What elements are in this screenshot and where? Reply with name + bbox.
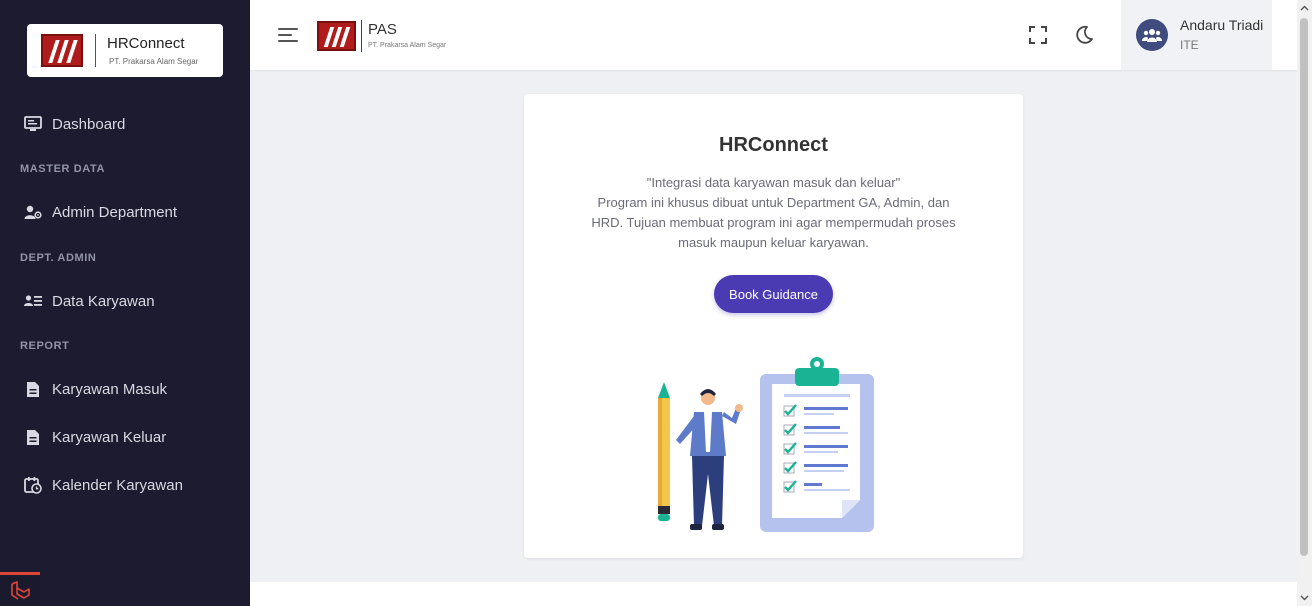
sidebar-item-label: Dashboard	[52, 115, 126, 133]
brand-divider	[95, 34, 96, 67]
menu-toggle-icon[interactable]	[278, 26, 300, 44]
monitor-icon	[24, 115, 42, 133]
document-icon	[24, 428, 42, 446]
sidebar-item-karyawan-masuk[interactable]: Karyawan Masuk	[0, 369, 250, 409]
person-figure	[676, 389, 743, 530]
user-gear-icon	[24, 203, 42, 221]
brand-name: HRConnect	[107, 35, 185, 52]
logo-divider	[361, 20, 362, 52]
section-dept-admin: DEPT. ADMIN	[20, 252, 97, 264]
card-description-block: "Integrasi data karyawan masuk dan kelua…	[584, 173, 963, 253]
sidebar-item-label: Karyawan Keluar	[52, 428, 167, 446]
scrollbar-thumb[interactable]	[1300, 18, 1308, 556]
book-guidance-button[interactable]: Book Guidance	[714, 275, 833, 313]
sidebar-item-label: Karyawan Masuk	[52, 380, 168, 398]
sidebar-item-label: Data Karyawan	[52, 292, 155, 310]
sidebar-item-label: Admin Department	[52, 203, 178, 221]
checklist-illustration	[658, 357, 874, 532]
scroll-up-icon[interactable]	[1300, 4, 1309, 13]
users-group-icon	[1142, 29, 1162, 42]
laravel-icon	[11, 580, 30, 600]
sidebar-item-dashboard[interactable]: Dashboard	[0, 104, 250, 144]
section-report: REPORT	[20, 340, 70, 352]
card-description: Program ini khusus dibuat untuk Departme…	[591, 195, 956, 250]
user-list-icon	[24, 292, 42, 310]
user-menu[interactable]: Andaru Triadi ITE	[1121, 0, 1272, 70]
sidebar-item-kalender-karyawan[interactable]: Kalender Karyawan	[0, 465, 250, 505]
hrconnect-logo-icon	[41, 34, 83, 67]
sidebar-item-admin-department[interactable]: Admin Department	[0, 192, 250, 232]
sidebar-item-data-karyawan[interactable]: Data Karyawan	[0, 281, 250, 321]
sidebar-item-karyawan-keluar[interactable]: Karyawan Keluar	[0, 417, 250, 457]
laravel-debug-badge[interactable]	[0, 572, 40, 606]
top-header: PAS PT. Prakarsa Alam Segar Andaru Triad…	[250, 0, 1297, 70]
card-title: HRConnect	[719, 134, 828, 156]
pencil-icon	[658, 382, 670, 521]
card-quote: "Integrasi data karyawan masuk dan kelua…	[646, 175, 901, 190]
vertical-scrollbar[interactable]	[1297, 0, 1312, 606]
user-role: ITE	[1180, 38, 1199, 52]
company-logo-name: PAS	[368, 21, 397, 38]
company-logo-subtitle: PT. Prakarsa Alam Segar	[368, 42, 447, 49]
footer-bar	[250, 582, 1297, 606]
clipboard-icon	[760, 357, 874, 532]
brand-subtitle: PT. Prakarsa Alam Segar	[109, 57, 199, 66]
welcome-card: HRConnect "Integrasi data karyawan masuk…	[524, 94, 1023, 558]
calendar-clock-icon	[24, 476, 42, 494]
pas-logo-icon	[317, 21, 356, 51]
brand-logo-box[interactable]: HRConnect PT. Prakarsa Alam Segar	[27, 24, 223, 77]
sidebar-item-label: Kalender Karyawan	[52, 476, 183, 494]
sidebar: HRConnect PT. Prakarsa Alam Segar Dashbo…	[0, 0, 250, 606]
section-master-data: MASTER DATA	[20, 163, 106, 175]
document-icon	[24, 380, 42, 398]
user-name: Andaru Triadi	[1180, 17, 1264, 33]
avatar	[1136, 19, 1168, 51]
scroll-down-icon[interactable]	[1300, 593, 1309, 602]
dark-mode-moon-icon[interactable]	[1073, 24, 1095, 46]
fullscreen-icon[interactable]	[1027, 24, 1049, 46]
